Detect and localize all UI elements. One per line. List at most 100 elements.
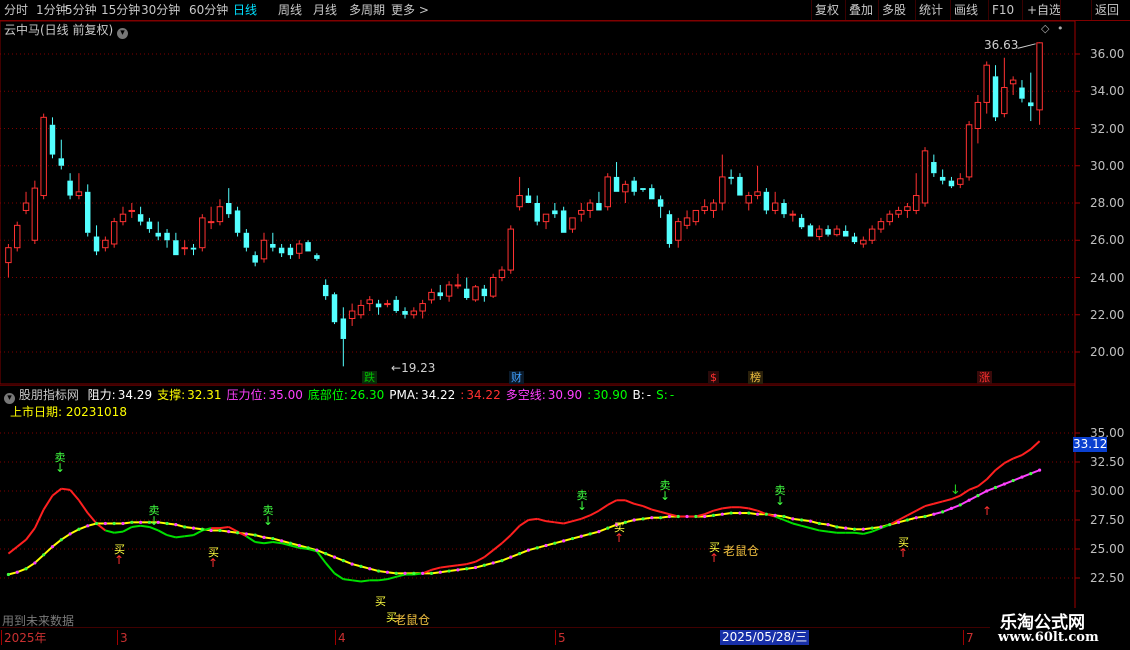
x-axis-label: 2025年: [4, 631, 47, 645]
candle: [1019, 80, 1025, 103]
toolbar-btn-0[interactable]: 分时: [4, 0, 28, 20]
candle: [252, 251, 258, 267]
candle: [234, 206, 241, 237]
toolbar-btn-7[interactable]: 周线: [278, 0, 302, 20]
candle: [992, 65, 999, 122]
resistance-line-seg: [114, 530, 124, 534]
buy-signal[interactable]: 买 ↑: [208, 547, 224, 569]
title-dropdown-icon[interactable]: ▾: [117, 28, 129, 39]
toolbar-right-btn-7[interactable]: 返回: [1095, 0, 1119, 20]
sell-signal[interactable]: 卖 ↓: [657, 480, 673, 502]
toolbar-btn-6[interactable]: 日线: [233, 0, 257, 20]
candle: [67, 173, 73, 200]
toolbar-right-btn-1[interactable]: 叠加: [849, 0, 873, 20]
toolbar-right-btn-3[interactable]: 统计: [919, 0, 943, 20]
buy-signal[interactable]: 买 ↑: [614, 522, 630, 544]
candle: [666, 210, 673, 248]
buy-signal[interactable]: 买 ↑: [114, 544, 130, 566]
candle: [789, 210, 797, 222]
event-marker[interactable]: $: [708, 371, 719, 384]
pma-dot: [297, 543, 301, 548]
resistance-line-seg: [33, 509, 45, 529]
candle: [763, 188, 770, 215]
event-marker[interactable]: 财: [509, 371, 524, 384]
toolbar-btn-8[interactable]: 月线: [313, 0, 337, 20]
sell-signal[interactable]: 卖 ↓: [574, 490, 590, 512]
toolbar-btn-9[interactable]: 多周期: [349, 0, 385, 20]
candle: [58, 139, 65, 170]
pma-dot: [879, 525, 883, 529]
resistance-line-seg: [994, 462, 1005, 471]
candle: [586, 199, 594, 218]
cursor-date: 2025/05/28/三: [720, 630, 810, 645]
pma-dot: [6, 572, 11, 577]
sell-signal[interactable]: 卖 ↓: [146, 505, 162, 527]
sell-signal[interactable]: 卖 ↓: [772, 485, 788, 507]
buy-signal[interactable]: 买: [375, 596, 391, 607]
pma-dot: [42, 553, 46, 557]
candlestick-chart[interactable]: [0, 21, 1130, 385]
close-icon[interactable]: •: [1057, 22, 1064, 35]
toolbar-right-btn-4[interactable]: 画线: [954, 0, 978, 20]
toolbar-separator: [988, 0, 989, 20]
pma-dot: [165, 521, 169, 526]
candle: [807, 223, 814, 237]
candle: [719, 154, 726, 211]
resistance-line-seg: [1021, 448, 1032, 456]
resistance-line-seg: [343, 578, 353, 582]
resistance-line-seg: [324, 562, 336, 575]
candle: [552, 203, 558, 218]
buy-signal[interactable]: 买 ↑: [898, 537, 914, 559]
sell-signal[interactable]: 卖 ↓: [52, 452, 68, 474]
pma-dot: [861, 527, 865, 531]
resistance-line-seg: [7, 545, 18, 555]
pma-dot: [570, 536, 575, 541]
toolbar-btn-10[interactable]: 更多 >: [391, 0, 429, 20]
candle: [860, 236, 867, 248]
toolbar-right-btn-2[interactable]: 多股: [882, 0, 906, 20]
candle: [904, 203, 911, 218]
candle: [931, 154, 937, 177]
event-marker[interactable]: 涨: [977, 371, 992, 384]
toolbar-btn-2[interactable]: 5分钟: [65, 0, 97, 20]
resistance-line-seg: [466, 560, 476, 566]
candle: [542, 213, 550, 230]
toolbar-right-btn-0[interactable]: 复权: [815, 0, 839, 20]
candle: [877, 217, 885, 233]
candle: [771, 191, 779, 215]
toolbar-right-btn-5[interactable]: F10: [992, 0, 1014, 20]
indicator-chart[interactable]: [0, 385, 1130, 628]
event-marker[interactable]: 跌: [362, 371, 377, 384]
down-arrow-icon: ↓: [576, 499, 588, 513]
candle: [5, 243, 12, 278]
candle: [825, 225, 831, 237]
up-arrow-icon: ↑: [898, 546, 909, 560]
resistance-line-seg: [175, 535, 185, 539]
candle: [781, 199, 787, 218]
resistance-line-seg: [977, 478, 988, 488]
x-axis-tick: [117, 630, 118, 645]
candle: [851, 232, 858, 244]
resistance-line-seg: [713, 507, 723, 512]
sell-signal[interactable]: 卖 ↓: [260, 505, 276, 527]
toolbar-btn-4[interactable]: 30分钟: [141, 0, 180, 20]
candle: [137, 206, 144, 226]
resistance-line-seg: [739, 506, 749, 510]
pma-dot: [659, 516, 663, 520]
pma-dot: [676, 514, 680, 519]
resistance-line-seg: [387, 575, 397, 581]
resistance-line-seg: [563, 520, 573, 525]
toolbar-right-btn-6[interactable]: +自选: [1027, 0, 1061, 20]
diamond-icon[interactable]: ◇: [1041, 22, 1049, 35]
x-axis-label: 3: [120, 631, 128, 645]
pma-dot: [15, 570, 19, 574]
toolbar-btn-1[interactable]: 1分钟: [36, 0, 68, 20]
resistance-line-seg: [906, 509, 917, 517]
toolbar-btn-3[interactable]: 15分钟: [101, 0, 140, 20]
main-y-tick: 24.00: [1090, 270, 1125, 285]
toolbar-btn-5[interactable]: 60分钟: [189, 0, 228, 20]
pma-dot: [482, 563, 486, 567]
pma-dot: [33, 561, 37, 565]
candle: [93, 225, 100, 256]
event-marker[interactable]: 榜: [748, 371, 763, 384]
